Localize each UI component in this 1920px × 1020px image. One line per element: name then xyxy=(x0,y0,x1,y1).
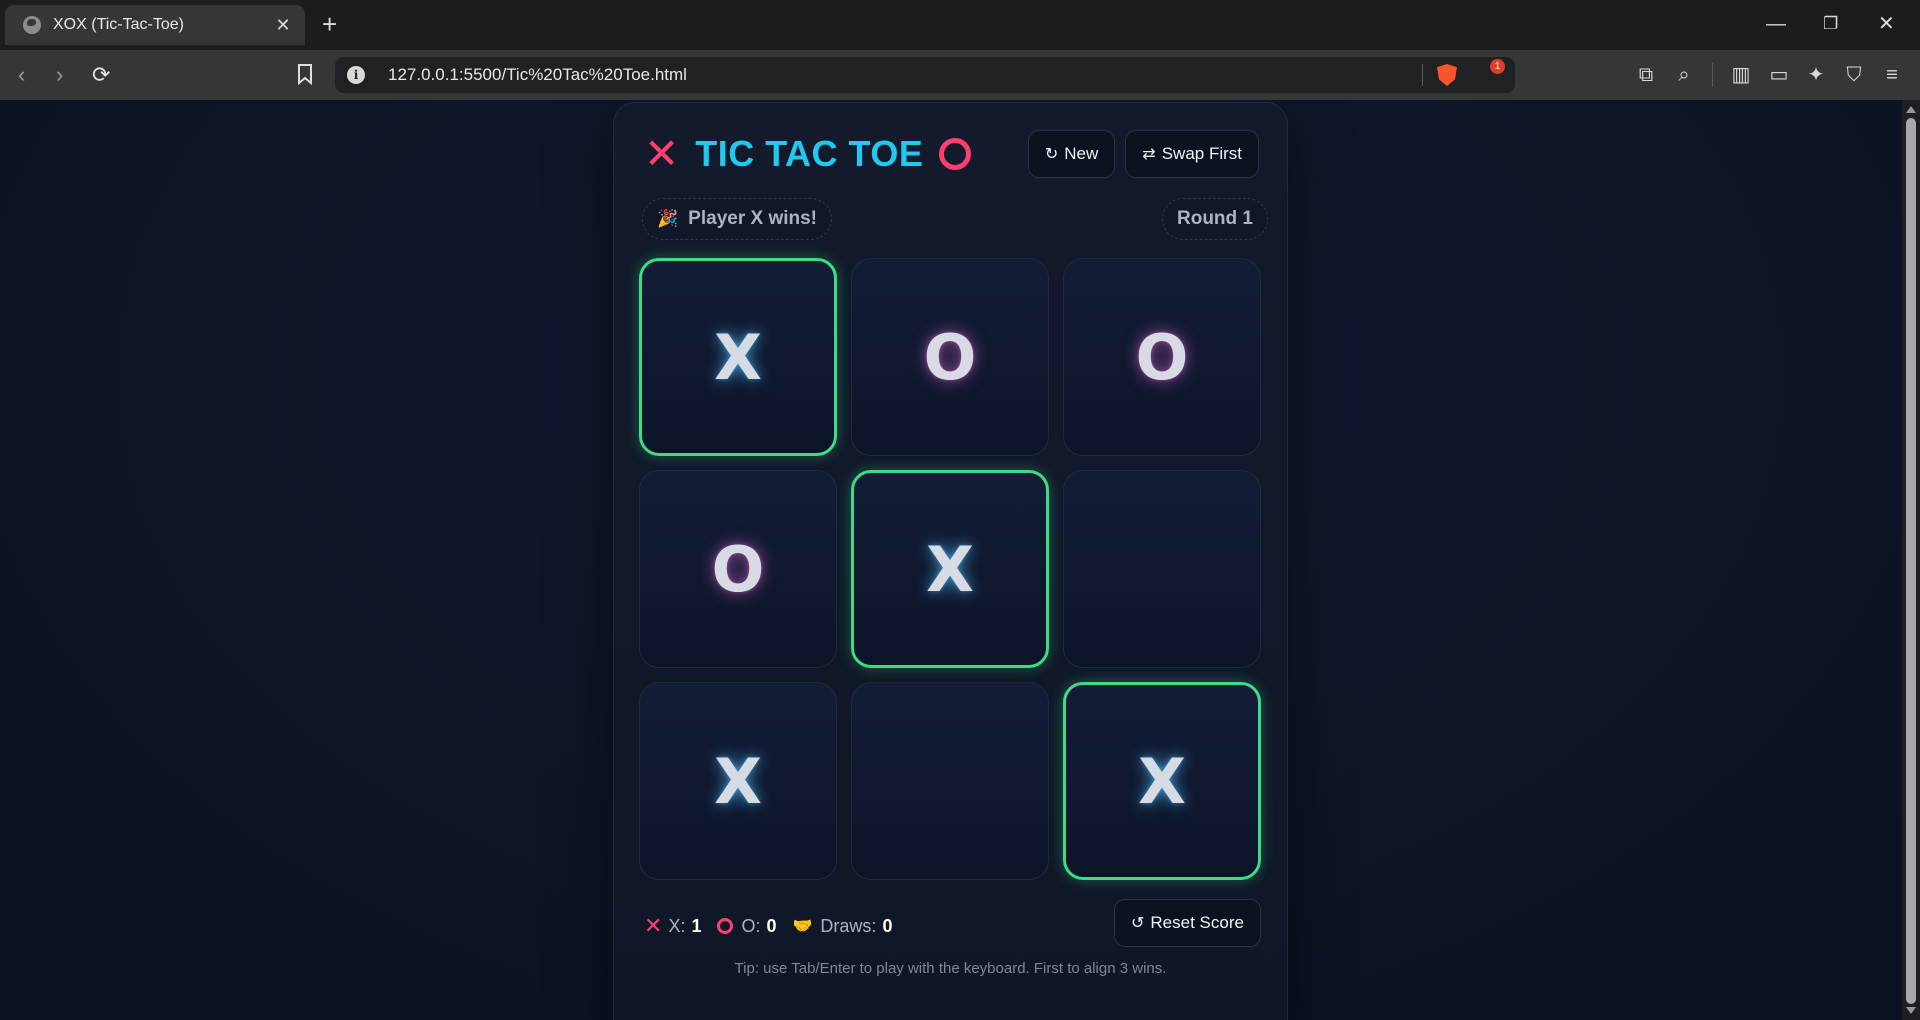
browser-tab-bar: XOX (Tic-Tac-Toe) ✕ + — ❐ ✕ xyxy=(0,0,1920,50)
title-x-icon: ✕ xyxy=(644,130,680,177)
refresh-icon: ↻ xyxy=(1044,146,1059,163)
cell-mark: O xyxy=(711,532,765,606)
restore-icon[interactable]: ❐ xyxy=(1823,12,1838,36)
rewards-badge: 1 xyxy=(1490,59,1505,74)
reload-icon[interactable]: ⟳ xyxy=(92,62,110,88)
url-text[interactable]: 127.0.0.1:5500/Tic%20Tac%20Toe.html xyxy=(388,65,1422,85)
board-cell-6[interactable] xyxy=(1063,470,1261,668)
swap-icon: ⇄ xyxy=(1142,146,1156,163)
score-o-icon xyxy=(717,918,734,934)
board-cell-7[interactable]: X xyxy=(639,682,837,880)
score-x-label: X: xyxy=(668,915,686,936)
game-card: ✕ TIC TAC TOE ↻ New ⇄ Swap First 🎉 Playe… xyxy=(613,102,1288,1020)
game-board: X O O O X X X xyxy=(639,258,1264,883)
minimize-icon[interactable]: — xyxy=(1766,12,1786,36)
tip-text: Tip: use Tab/Enter to play with the keyb… xyxy=(734,960,1167,977)
tab-close-icon[interactable]: ✕ xyxy=(273,15,293,36)
forward-icon[interactable]: › xyxy=(56,62,63,88)
score-o-label: O: xyxy=(741,915,761,936)
back-icon[interactable]: ‹ xyxy=(18,62,25,88)
cell-mark: O xyxy=(1135,320,1189,394)
address-bar[interactable]: i 127.0.0.1:5500/Tic%20Tac%20Toe.html 1 xyxy=(335,57,1515,93)
tab-title: XOX (Tic-Tac-Toe) xyxy=(53,16,184,33)
cell-mark: X xyxy=(714,320,762,394)
brave-shields-icon[interactable] xyxy=(1437,64,1457,86)
cell-mark: X xyxy=(714,744,762,818)
browser-tab[interactable]: XOX (Tic-Tac-Toe) ✕ xyxy=(5,5,305,45)
vpn-shield-icon[interactable]: ⛉ xyxy=(1842,63,1866,87)
scroll-thumb[interactable] xyxy=(1906,118,1916,1004)
score-x-icon: ✕ xyxy=(644,913,663,938)
page-scrollbar[interactable] xyxy=(1902,100,1920,1020)
sidebar-icon[interactable]: ▥ xyxy=(1729,63,1753,87)
round-text: Round 1 xyxy=(1177,208,1253,229)
title-o-icon xyxy=(939,138,972,170)
new-tab-button[interactable]: + xyxy=(322,10,337,38)
board-cell-9[interactable]: X xyxy=(1063,682,1261,880)
cell-mark: X xyxy=(926,532,974,606)
bookmark-icon[interactable] xyxy=(296,63,314,91)
reader-mode-icon[interactable]: ⌕ xyxy=(1672,63,1696,87)
board-cell-3[interactable]: O xyxy=(1063,258,1261,456)
cell-mark: X xyxy=(1138,744,1186,818)
address-divider xyxy=(1422,64,1423,86)
cell-mark: O xyxy=(923,320,977,394)
board-cell-4[interactable]: O xyxy=(639,470,837,668)
leo-ai-icon[interactable]: ✦ xyxy=(1804,63,1828,87)
score-o-value: 0 xyxy=(766,915,777,936)
board-cell-1[interactable]: X xyxy=(639,258,837,456)
globe-icon xyxy=(23,16,41,34)
round-pill: Round 1 xyxy=(1162,198,1268,240)
site-info-icon[interactable]: i xyxy=(347,66,365,84)
board-cell-5[interactable]: X xyxy=(851,470,1049,668)
status-pill: 🎉 Player X wins! xyxy=(642,198,833,240)
scoreboard: ✕ X: 1 O: 0 🤝 Draws: 0 xyxy=(644,911,892,941)
browser-toolbar: ‹ › ⟳ i 127.0.0.1:5500/Tic%20Tac%20Toe.h… xyxy=(0,50,1920,100)
board-cell-2[interactable]: O xyxy=(851,258,1049,456)
status-text: Player X wins! xyxy=(688,208,818,229)
reset-score-button[interactable]: ↺ Reset Score xyxy=(1114,899,1261,947)
swap-first-label: Swap First xyxy=(1161,144,1242,163)
swap-first-button[interactable]: ⇄ Swap First xyxy=(1125,130,1259,178)
game-header: ✕ TIC TAC TOE ↻ New ⇄ Swap First xyxy=(644,128,1259,180)
header-buttons: ↻ New ⇄ Swap First xyxy=(1027,130,1259,178)
game-title: TIC TAC TOE xyxy=(695,133,924,174)
score-draws-value: 0 xyxy=(882,915,893,936)
score-x-value: 1 xyxy=(691,915,702,936)
wallet-icon[interactable]: ▭ xyxy=(1767,63,1791,87)
reset-icon: ↺ xyxy=(1131,915,1145,932)
reset-score-label: Reset Score xyxy=(1150,913,1244,932)
party-icon: 🎉 xyxy=(657,209,679,228)
new-game-button[interactable]: ↻ New xyxy=(1027,130,1116,178)
toolbar-divider xyxy=(1712,63,1713,87)
window-close-icon[interactable]: ✕ xyxy=(1878,12,1895,36)
scroll-down-icon[interactable] xyxy=(1906,1007,1916,1014)
extensions-icon[interactable]: ⧉ xyxy=(1634,63,1658,87)
new-game-label: New xyxy=(1064,144,1099,163)
handshake-icon: 🤝 xyxy=(792,918,813,935)
score-draws-label: Draws: xyxy=(820,915,877,936)
board-cell-8[interactable] xyxy=(851,682,1049,880)
page-viewport: ✕ TIC TAC TOE ↻ New ⇄ Swap First 🎉 Playe… xyxy=(0,100,1902,1020)
menu-icon[interactable]: ≡ xyxy=(1880,63,1904,87)
brave-rewards-icon[interactable]: 1 xyxy=(1479,59,1505,85)
scroll-up-icon[interactable] xyxy=(1906,106,1916,113)
